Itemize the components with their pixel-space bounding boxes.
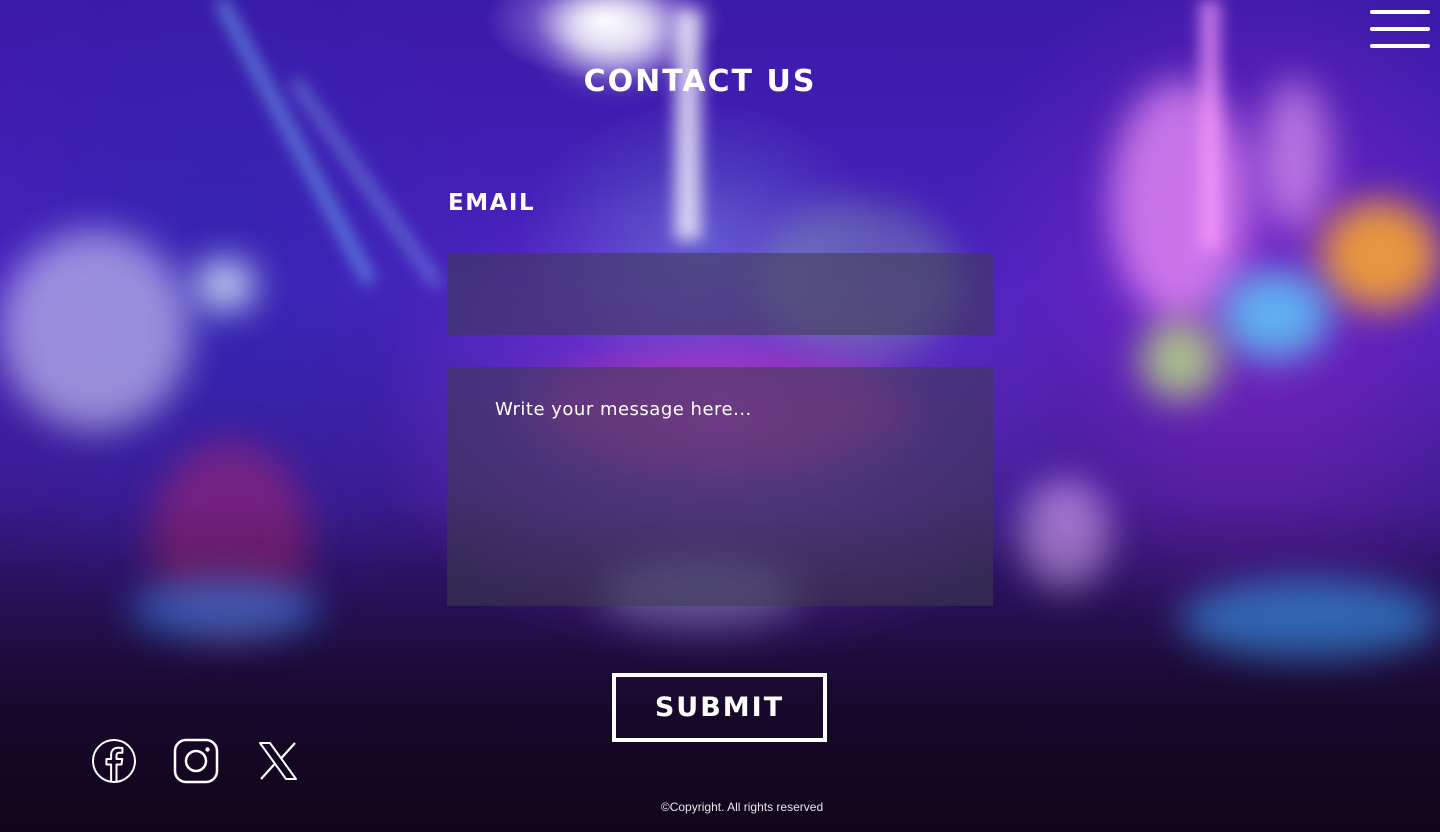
page-title: CONTACT US [583,64,817,99]
x-link[interactable] [255,738,301,784]
facebook-link[interactable] [91,738,137,784]
menu-button[interactable] [1370,10,1430,50]
facebook-icon [91,738,137,784]
instagram-link[interactable] [173,738,219,784]
message-field[interactable] [447,367,993,606]
copyright-text: ©Copyright. All rights reserved [660,800,824,814]
submit-button[interactable]: SUBMIT [612,673,827,742]
instagram-icon [173,738,219,784]
email-field[interactable] [447,253,993,335]
email-label: EMAIL [448,190,536,216]
x-icon [255,738,301,784]
